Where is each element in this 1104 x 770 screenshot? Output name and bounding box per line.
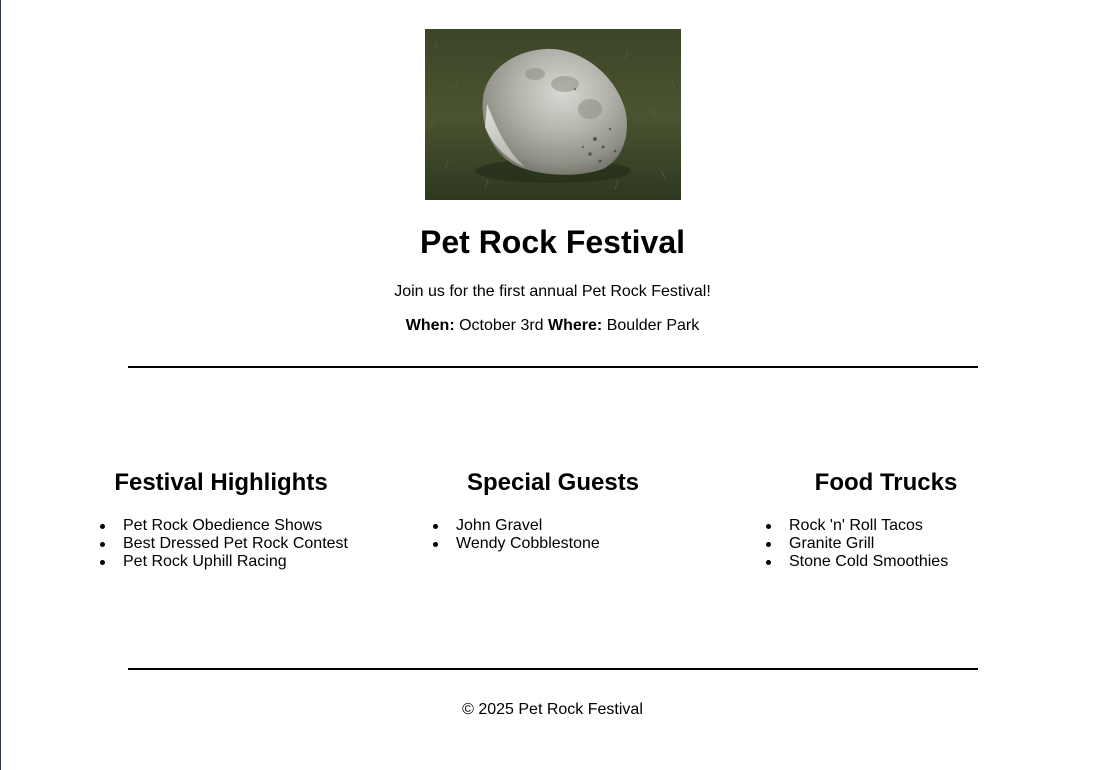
list-item: John Gravel bbox=[431, 517, 600, 535]
when-label: When: bbox=[405, 317, 455, 334]
where-value: Boulder Park bbox=[606, 317, 700, 334]
list-item: Rock 'n' Roll Tacos bbox=[764, 517, 948, 535]
list-item: Best Dressed Pet Rock Contest bbox=[98, 535, 348, 553]
page-title: Pet Rock Festival bbox=[420, 224, 685, 260]
section-special-guests: Special Guests John Gravel Wendy Cobbles… bbox=[403, 466, 703, 552]
page: Pet Rock Festival Join us for the first … bbox=[1, 0, 1104, 770]
highlights-list: Pet Rock Obedience Shows Best Dressed Pe… bbox=[98, 517, 348, 571]
divider-bottom bbox=[128, 668, 978, 670]
pet-rock-image bbox=[425, 29, 681, 200]
list-item: Pet Rock Uphill Racing bbox=[98, 553, 348, 571]
section-heading: Food Trucks bbox=[814, 469, 958, 496]
section-food-trucks: Food Trucks Rock 'n' Roll Tacos Granite … bbox=[736, 466, 1036, 570]
list-item: Stone Cold Smoothies bbox=[764, 553, 948, 571]
list-item: Granite Grill bbox=[764, 535, 948, 553]
footer-copyright: © 2025 Pet Rock Festival bbox=[462, 701, 643, 718]
section-heading: Festival Highlights bbox=[114, 469, 328, 496]
when-value: October 3rd bbox=[459, 317, 544, 334]
section-festival-highlights: Festival Highlights Pet Rock Obedience S… bbox=[71, 466, 371, 570]
list-item: Pet Rock Obedience Shows bbox=[98, 517, 348, 535]
section-heading: Special Guests bbox=[466, 469, 640, 496]
food-trucks-list: Rock 'n' Roll Tacos Granite Grill Stone … bbox=[764, 517, 948, 571]
divider-top bbox=[128, 366, 978, 368]
list-item: Wendy Cobblestone bbox=[431, 535, 600, 553]
guests-list: John Gravel Wendy Cobblestone bbox=[431, 517, 600, 553]
intro-text: Join us for the first annual Pet Rock Fe… bbox=[394, 283, 711, 300]
where-label: Where: bbox=[548, 317, 603, 334]
event-details: When: October 3rd Where: Boulder Park bbox=[1, 316, 1104, 336]
